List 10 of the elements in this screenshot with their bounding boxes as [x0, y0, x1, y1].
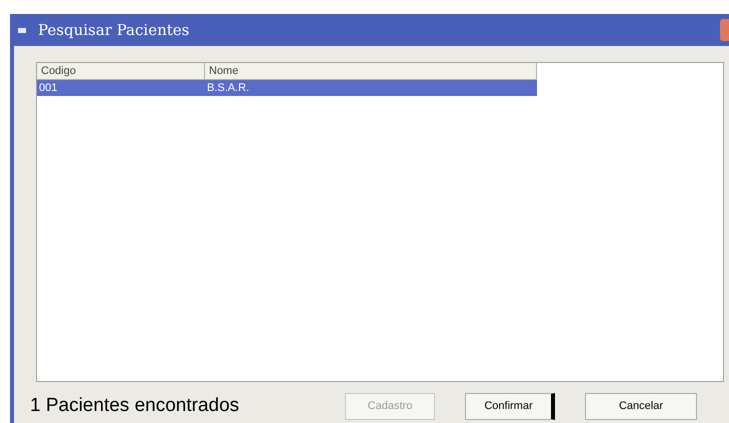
column-header[interactable]: Nome: [205, 63, 537, 80]
window-icon: [18, 26, 26, 34]
table-row[interactable]: 001 B.S.A.R.: [37, 80, 537, 96]
dialog-button[interactable]: Cancelar: [585, 392, 697, 420]
window-title: Pesquisar Pacientes: [38, 20, 190, 41]
column-header[interactable]: Codigo: [37, 63, 205, 80]
table-cell-text: 001: [38, 81, 58, 96]
dialog-button[interactable]: Confirmar: [465, 392, 555, 420]
table-cell-text: B.S.A.R.: [206, 81, 250, 96]
result-count: 1 Pacientes encontrados: [30, 394, 240, 418]
